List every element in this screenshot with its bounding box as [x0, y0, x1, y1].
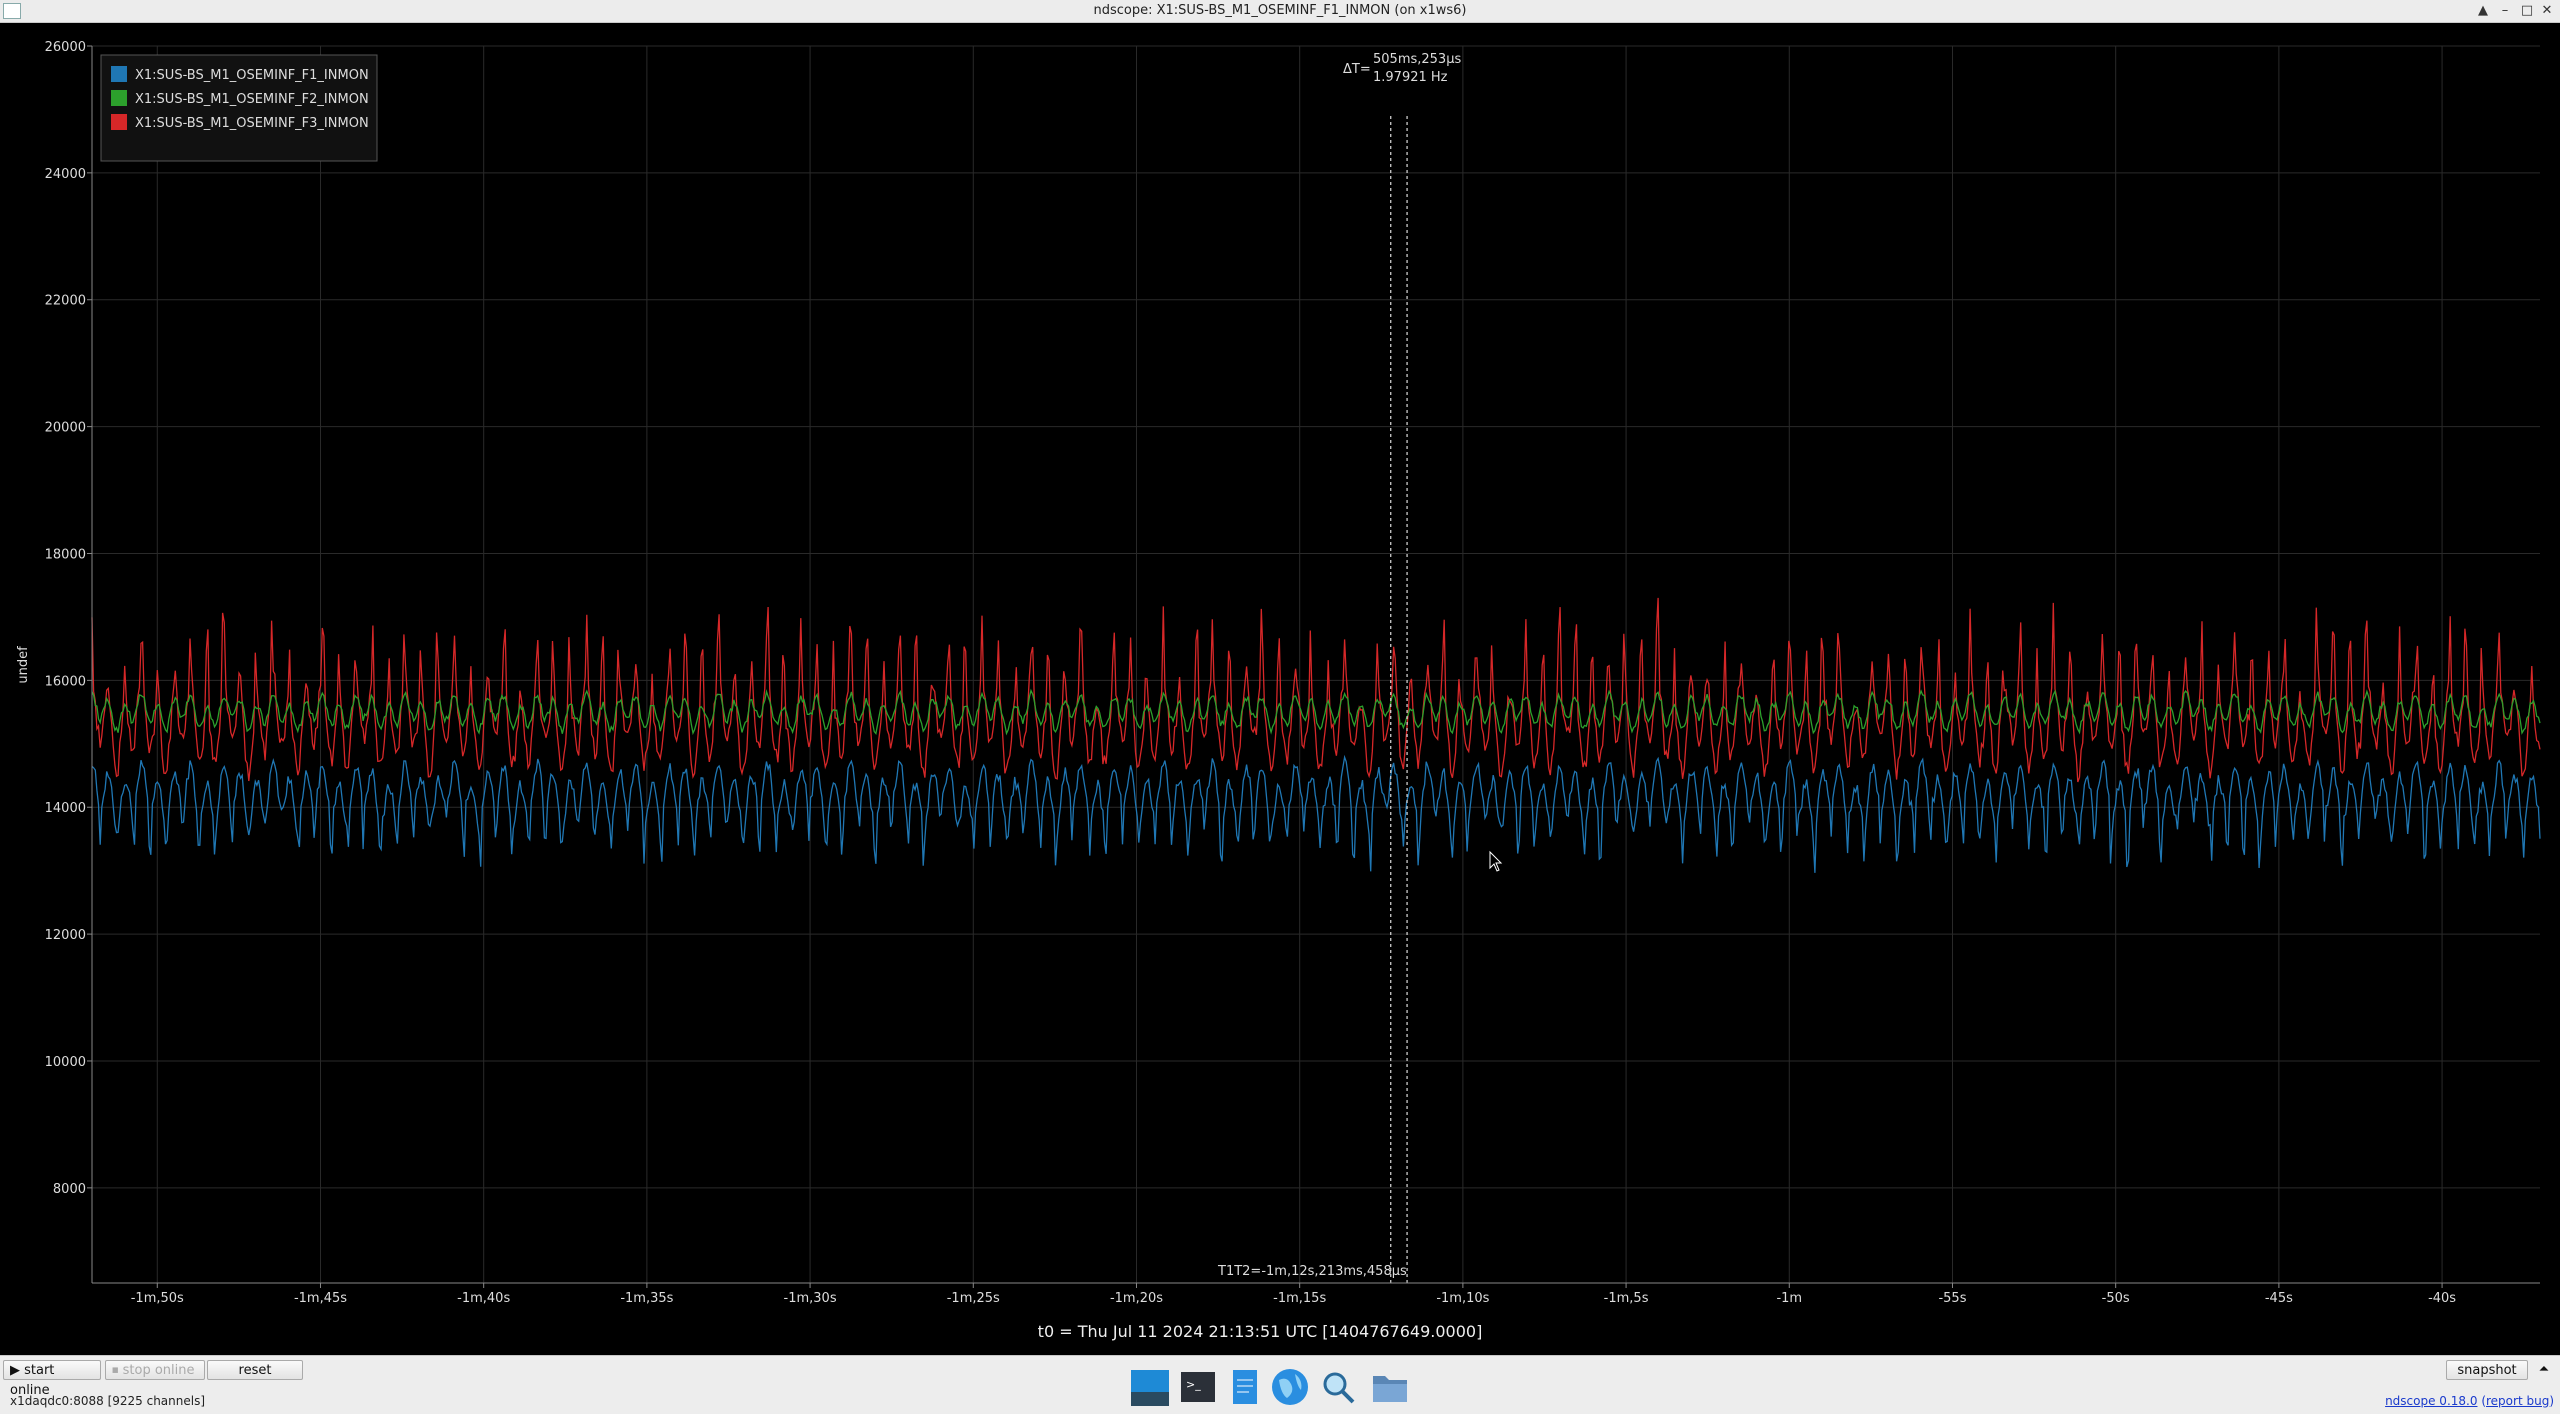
- x-tick-label: -1m,25s: [947, 1291, 1000, 1306]
- version-link[interactable]: ndscope 0.18.0: [2385, 1394, 2477, 1408]
- legend-swatch-f3: [111, 114, 127, 130]
- window-title: ndscope: X1:SUS-BS_M1_OSEMINF_F1_INMON (…: [1093, 3, 1467, 18]
- x-tick-label: -1m,10s: [1436, 1291, 1489, 1306]
- expand-icon[interactable]: ⏶: [2532, 1360, 2556, 1380]
- legend-swatch-f2: [111, 90, 127, 106]
- report-bug-link[interactable]: report bug: [2486, 1394, 2549, 1408]
- legend-label-f1: X1:SUS-BS_M1_OSEMINF_F1_INMON: [135, 68, 369, 83]
- y-tick-label: 20000: [45, 421, 86, 436]
- delta-freq-value: 1.97921 Hz: [1373, 70, 1448, 85]
- legend-label-f2: X1:SUS-BS_M1_OSEMINF_F2_INMON: [135, 92, 369, 107]
- cursor-t1t2-label: T1T2=-1m,12s,213ms,458µs: [1217, 1264, 1407, 1279]
- delta-t-value: 505ms,253µs: [1373, 52, 1461, 67]
- y-tick-label: 8000: [53, 1182, 86, 1197]
- close-button[interactable]: ✕: [2538, 2, 2556, 20]
- legend-label-f3: X1:SUS-BS_M1_OSEMINF_F3_INMON: [135, 116, 369, 131]
- y-tick-label: 14000: [45, 801, 86, 816]
- y-tick-label: 24000: [45, 167, 86, 182]
- x-tick-label: -40s: [2428, 1291, 2456, 1306]
- series-line-f1: [91, 754, 2541, 873]
- legend-swatch-f1: [111, 66, 127, 82]
- version-info: ndscope 0.18.0 (report bug): [2385, 1394, 2554, 1408]
- browser-icon[interactable]: [1269, 1366, 1311, 1408]
- server-status: x1daqdc0:8088 [9225 channels]: [10, 1394, 206, 1408]
- mouse-pointer-icon: [1489, 850, 1503, 872]
- file-manager-icon[interactable]: [1369, 1366, 1411, 1408]
- x-tick-label: -1m,5s: [1604, 1291, 1649, 1306]
- y-tick-label: 12000: [45, 928, 86, 943]
- t0-label: t0 = Thu Jul 11 2024 21:13:51 UTC [14047…: [1038, 1322, 1483, 1341]
- terminal-icon[interactable]: >_: [1177, 1366, 1219, 1408]
- x-tick-label: -1m,30s: [784, 1291, 837, 1306]
- reset-button[interactable]: reset: [207, 1360, 303, 1380]
- x-tick-label: -50s: [2102, 1291, 2130, 1306]
- x-tick-label: -1m,20s: [1110, 1291, 1163, 1306]
- x-tick-label: -1m,15s: [1273, 1291, 1326, 1306]
- y-tick-label: 26000: [45, 40, 86, 55]
- window-titlebar: ndscope: X1:SUS-BS_M1_OSEMINF_F1_INMON (…: [0, 0, 2560, 23]
- snapshot-button[interactable]: snapshot: [2446, 1360, 2528, 1380]
- shade-window-button[interactable]: ▲: [2474, 2, 2492, 20]
- plot-area[interactable]: 8000 10000 12000 14000 16000 18000 20000 22000 2…: [0, 23, 2560, 1355]
- paren-close: ): [2549, 1394, 2554, 1408]
- x-tick-label: -55s: [1938, 1291, 1966, 1306]
- series-line-f3: [91, 597, 2541, 783]
- x-tick-label: -1m,50s: [131, 1291, 184, 1306]
- x-tick-label: -1m: [1776, 1291, 1802, 1306]
- y-tick-label: 10000: [45, 1055, 86, 1070]
- y-axis-ticks: 8000 10000 12000 14000 16000 18000 20000 22000 2…: [45, 40, 92, 1197]
- x-axis-ticks: -1m,50s -1m,45s -1m,40s -1m,35s -1m,30s -1m,2…: [131, 1283, 2456, 1306]
- y-axis-label: undef: [16, 646, 31, 684]
- legend[interactable]: X1:SUS-BS_M1_OSEMINF_F1_INMON X1:SUS-BS_…: [100, 54, 378, 162]
- x-tick-label: -1m,45s: [294, 1291, 347, 1306]
- start-online-button[interactable]: ▶ start online: [3, 1360, 101, 1398]
- grid: [92, 45, 2540, 1283]
- y-tick-label: 18000: [45, 547, 86, 562]
- svg-text:>_: >_: [1186, 1378, 1201, 1391]
- taskbar: >_: [1125, 1366, 1425, 1410]
- search-icon[interactable]: [1317, 1366, 1359, 1408]
- maximize-button[interactable]: □: [2518, 2, 2536, 20]
- desktop-icon[interactable]: [1129, 1366, 1171, 1408]
- series-lines: [91, 597, 2541, 873]
- time-series-chart[interactable]: 8000 10000 12000 14000 16000 18000 20000 22000 2…: [0, 23, 2560, 1355]
- cursor-lines[interactable]: [1390, 116, 1408, 1283]
- delta-t-label: ΔT=: [1343, 62, 1371, 77]
- y-tick-label: 22000: [45, 294, 86, 309]
- x-tick-label: -1m,40s: [457, 1291, 510, 1306]
- y-tick-label: 16000: [45, 674, 86, 689]
- x-tick-label: -1m,35s: [620, 1291, 673, 1306]
- stop-online-button[interactable]: ⏹ stop online: [105, 1360, 205, 1380]
- x-tick-label: -45s: [2265, 1291, 2293, 1306]
- text-editor-icon[interactable]: [1223, 1366, 1265, 1408]
- series-line-f2: [91, 688, 2541, 736]
- minimize-button[interactable]: –: [2496, 2, 2514, 20]
